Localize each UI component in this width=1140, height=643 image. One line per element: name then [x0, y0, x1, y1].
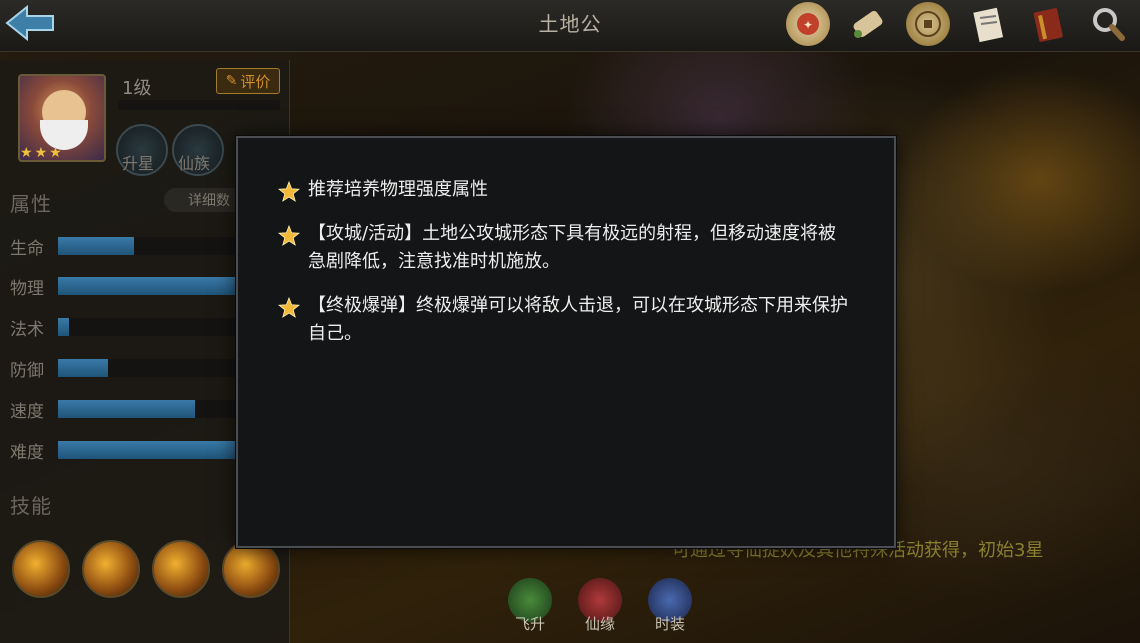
scroll-icon[interactable] — [846, 2, 890, 46]
skill-2-icon[interactable] — [82, 540, 140, 598]
top-bar: 土地公 ✦ — [0, 0, 1140, 52]
tab-label: 时装 — [654, 615, 685, 633]
stat-fill — [58, 441, 238, 459]
tab-label: 仙缘 — [584, 615, 615, 633]
search-icon[interactable] — [1086, 2, 1130, 46]
skill-1-icon[interactable] — [12, 540, 70, 598]
stat-bar — [58, 277, 238, 295]
tab-costume[interactable]: 时装 — [645, 578, 695, 638]
star-bullet-icon — [278, 297, 300, 318]
star-icon: ★ — [34, 145, 48, 161]
tip-text: 【终极爆弹】终极爆弹可以将敌人击退，可以在攻城形态下用来保护自己。 — [308, 295, 848, 344]
stat-bar — [58, 441, 238, 459]
tab-fate[interactable]: 仙缘 — [575, 578, 625, 638]
svg-text:✦: ✦ — [803, 18, 813, 32]
stat-label: 防御 — [10, 360, 44, 381]
skill-4-icon[interactable] — [222, 540, 280, 598]
skill-list — [12, 540, 280, 598]
stat-label: 难度 — [10, 442, 44, 463]
stat-fill — [58, 400, 195, 418]
stat-bar — [58, 359, 238, 377]
stat-label: 速度 — [10, 401, 44, 422]
hero-tips-dialog[interactable]: 推荐培养物理强度属性 【攻城/活动】土地公攻城形态下具有极远的射程，但移动速度将… — [236, 136, 896, 548]
attributes-heading: 属性 — [10, 192, 52, 216]
seal-icon[interactable]: ✦ — [786, 2, 830, 46]
tab-ascend[interactable]: 飞升 — [505, 578, 555, 638]
star-bullet-icon — [278, 181, 300, 202]
level-progress-bar — [118, 100, 280, 110]
bottom-tab-bar: 飞升 仙缘 时装 — [505, 578, 695, 638]
star-bullet-icon — [278, 225, 300, 246]
tab-label: 飞升 — [514, 615, 545, 633]
tip-item: 【终极爆弹】终极爆弹可以将敌人击退，可以在攻城形态下用来保护自己。 — [278, 292, 854, 348]
stat-fill — [58, 277, 238, 295]
stat-label: 法术 — [10, 319, 44, 340]
letter-icon[interactable] — [966, 2, 1010, 46]
stat-fill — [58, 318, 69, 336]
edit-icon: ✎ — [225, 73, 238, 89]
stat-bar — [58, 237, 238, 255]
upgrade-star-label: 升星 — [122, 154, 155, 173]
stat-label: 生命 — [10, 238, 44, 259]
star-icon: ★ — [49, 145, 62, 161]
top-icon-bar: ✦ — [786, 2, 1130, 46]
rate-button-label: 评价 — [240, 72, 271, 91]
stat-bar — [58, 400, 238, 418]
tip-item: 推荐培养物理强度属性 — [278, 176, 854, 204]
skill-3-icon[interactable] — [152, 540, 210, 598]
coin-icon[interactable] — [906, 2, 950, 46]
stat-fill — [58, 359, 109, 377]
star-icon: ★ — [20, 145, 33, 161]
faction-label: 仙族 — [178, 154, 211, 173]
rate-button[interactable]: ✎ 评价 — [216, 68, 280, 94]
tip-text: 【攻城/活动】土地公攻城形态下具有极远的射程，但移动速度将被急剧降低，注意找准时… — [308, 223, 837, 272]
stat-label: 物理 — [10, 278, 44, 299]
tip-text: 推荐培养物理强度属性 — [308, 179, 488, 200]
stat-bar — [58, 318, 238, 336]
skills-heading: 技能 — [10, 494, 52, 518]
stat-fill — [58, 237, 134, 255]
book-icon[interactable] — [1026, 2, 1070, 46]
hero-level: 1级 — [122, 78, 152, 99]
hero-star-rating: ★ ★ ★ — [20, 146, 62, 160]
tip-item: 【攻城/活动】土地公攻城形态下具有极远的射程，但移动速度将被急剧降低，注意找准时… — [278, 220, 854, 276]
